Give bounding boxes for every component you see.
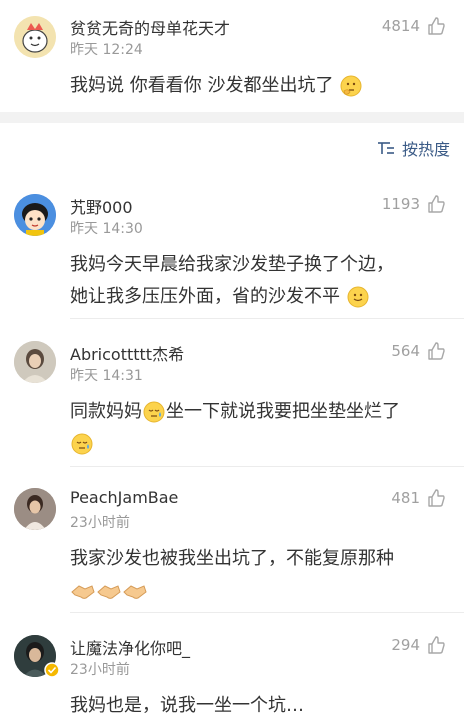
sweat-emoji-icon: [143, 401, 165, 423]
avatar[interactable]: [14, 341, 56, 383]
thumbs-up-icon: [428, 342, 445, 360]
divider: [70, 612, 464, 613]
author-name[interactable]: 让魔法净化你吧_: [70, 635, 190, 659]
like-count: 294: [391, 636, 420, 654]
section-divider: [0, 112, 464, 123]
like-button[interactable]: 564: [391, 341, 446, 361]
thumbs-up-icon: [428, 195, 445, 213]
like-count: 4814: [381, 17, 420, 35]
like-button[interactable]: 481: [391, 488, 446, 508]
comment-time: 昨天 14:31: [70, 368, 143, 384]
thumbs-up-icon: [428, 489, 445, 507]
comment-time: 23小时前: [70, 515, 130, 531]
comment-text: 我家沙发也被我坐出坑了，不能复原那种: [70, 543, 450, 607]
handshake-emoji-icon: [97, 585, 121, 599]
comment-text: 我妈也是，说我一坐一个坑…: [70, 695, 304, 716]
avatar[interactable]: [14, 194, 56, 236]
post-time: 昨天 12:24: [70, 42, 143, 58]
sort-icon: [377, 142, 394, 154]
divider: [70, 318, 464, 319]
handshake-emoji-icon: [71, 585, 95, 599]
avatar[interactable]: [14, 488, 56, 530]
like-count: 1193: [381, 195, 420, 213]
like-button[interactable]: 1193: [382, 194, 446, 214]
like-button[interactable]: 4814: [382, 16, 446, 36]
comment-text: 同款妈妈 坐一下就说我要把坐垫坐烂了: [70, 396, 450, 460]
sort-button[interactable]: 按热度: [376, 136, 450, 160]
sort-label: 按热度: [401, 140, 450, 159]
verified-badge-icon: [44, 662, 60, 678]
handshake-emoji-icon: [123, 585, 147, 599]
thumbs-up-icon: [428, 17, 445, 35]
thumbs-up-icon: [428, 636, 445, 654]
author-name[interactable]: Abricottttt杰希: [70, 341, 184, 365]
like-count: 564: [391, 342, 420, 360]
smile-emoji-icon: [347, 286, 369, 308]
author-name[interactable]: 贫贫无奇的母单花天才: [70, 15, 230, 39]
thinking-emoji-icon: [340, 75, 362, 97]
like-button[interactable]: 294: [391, 635, 446, 655]
comment-time: 23小时前: [70, 662, 130, 678]
post-text: 我妈说 你看看你 沙发都坐出坑了: [70, 70, 450, 102]
avatar[interactable]: [14, 16, 56, 58]
comment-text: 我妈今天早晨给我家沙发垫子换了个边， 她让我多压压外面，省的沙发不平: [70, 254, 394, 308]
author-name[interactable]: 艽野000: [70, 194, 133, 218]
divider: [70, 466, 464, 467]
author-name[interactable]: PeachJamBae: [70, 488, 178, 507]
like-count: 481: [391, 489, 420, 507]
sweat-emoji-icon: [71, 433, 93, 455]
comment-time: 昨天 14:30: [70, 221, 143, 237]
